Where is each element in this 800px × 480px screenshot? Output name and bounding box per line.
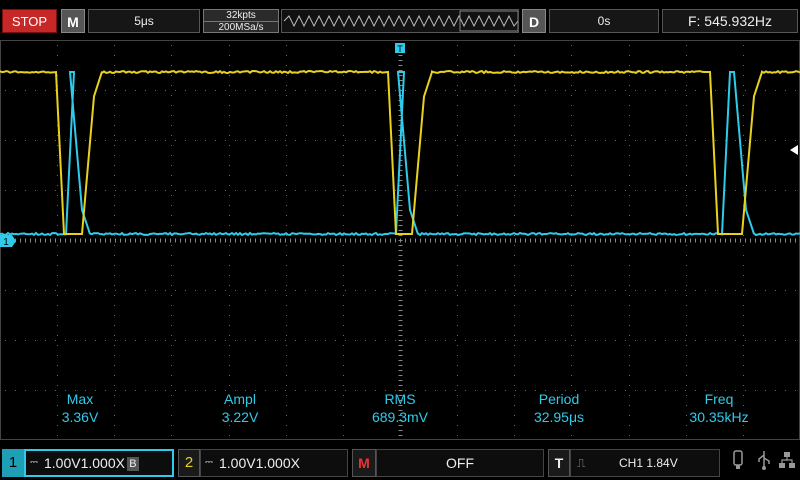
- sample-rate: 200MSa/s: [204, 22, 278, 33]
- frequency-counter: F: 545.932Hz: [662, 9, 798, 33]
- dc-coupling-icon: ⎓: [30, 451, 44, 475]
- ch1-settings-panel[interactable]: ⎓ 1.00V1.000X B: [24, 449, 174, 477]
- ch1-scale: 1.00V: [44, 455, 81, 471]
- math-state[interactable]: OFF: [376, 449, 544, 477]
- memory-map: [281, 9, 519, 33]
- ch1-marker-label: 1: [3, 237, 9, 248]
- ch1-offset-marker[interactable]: 1: [0, 235, 16, 248]
- measurement-label: Period: [494, 390, 624, 408]
- measurement-value: 30.35kHz: [654, 408, 784, 426]
- run-stop-button[interactable]: STOP: [2, 9, 57, 33]
- measurement-label: RMS: [335, 390, 465, 408]
- ch2-settings-panel[interactable]: ⎓ 1.00V1.000X: [200, 449, 348, 477]
- memory-depth: 32kpts: [204, 10, 278, 22]
- ch2-scale: 1.00V: [219, 455, 256, 471]
- measurement-label: Max: [15, 390, 145, 408]
- waveform-display[interactable]: T 1: [0, 40, 800, 440]
- ch2-probe: 1.000X: [256, 455, 300, 471]
- usb-icon: [726, 449, 750, 477]
- memory-map-waveform-icon: [282, 10, 519, 32]
- measurement-label: Ampl: [175, 390, 305, 408]
- trigger-position-display[interactable]: 0s: [549, 9, 659, 33]
- measurement-value: 3.36V: [15, 408, 145, 426]
- measurement-value: 32.95μs: [494, 408, 624, 426]
- measurement-period[interactable]: Period 32.95μs: [494, 390, 624, 426]
- top-status-bar: STOP M 5μs 32kpts 200MSa/s D 0s F: 545.9…: [0, 0, 800, 40]
- network-icon: [776, 449, 798, 477]
- measurement-rms[interactable]: RMS 689.3mV: [335, 390, 465, 426]
- trigger-source-level: CH1 1.84V: [619, 456, 678, 470]
- trigger-position-marker[interactable]: T: [395, 43, 405, 54]
- dc-coupling-icon: ⎓: [205, 450, 219, 476]
- trigger-button[interactable]: T: [548, 449, 570, 477]
- usb-connection-icon: [752, 449, 776, 477]
- ch2-button[interactable]: 2: [178, 449, 200, 477]
- measurement-label: Freq: [654, 390, 784, 408]
- bandwidth-limit-icon: B: [127, 457, 139, 471]
- ch1-probe: 1.000X: [81, 455, 125, 471]
- menu-button[interactable]: M: [61, 9, 85, 33]
- math-button[interactable]: M: [352, 449, 376, 477]
- trigger-rising-edge-icon: ⎍: [577, 450, 595, 476]
- ch1-trace: [0, 72, 800, 235]
- measurement-freq[interactable]: Freq 30.35kHz: [654, 390, 784, 426]
- trigger-level-arrow-icon[interactable]: [790, 145, 798, 155]
- measurement-max[interactable]: Max 3.36V: [15, 390, 145, 426]
- measurement-value: 689.3mV: [335, 408, 465, 426]
- delay-button[interactable]: D: [522, 9, 546, 33]
- bottom-status-bar: 1 ⎓ 1.00V1.000X B 2 ⎓ 1.00V1.000X M OFF T ⎍…: [0, 444, 800, 480]
- measurement-panel: Max 3.36V Ampl 3.22V RMS 689.3mV Period …: [0, 390, 800, 430]
- trigger-settings-panel[interactable]: ⎍ CH1 1.84V: [570, 449, 720, 477]
- timebase-display[interactable]: 5μs: [88, 9, 200, 33]
- waveform-traces: T 1: [0, 40, 800, 440]
- acquisition-info: 32kpts 200MSa/s: [203, 9, 279, 33]
- measurement-ampl[interactable]: Ampl 3.22V: [175, 390, 305, 426]
- ch1-button[interactable]: 1: [2, 449, 24, 477]
- trigger-marker-label: T: [397, 44, 403, 54]
- measurement-value: 3.22V: [175, 408, 305, 426]
